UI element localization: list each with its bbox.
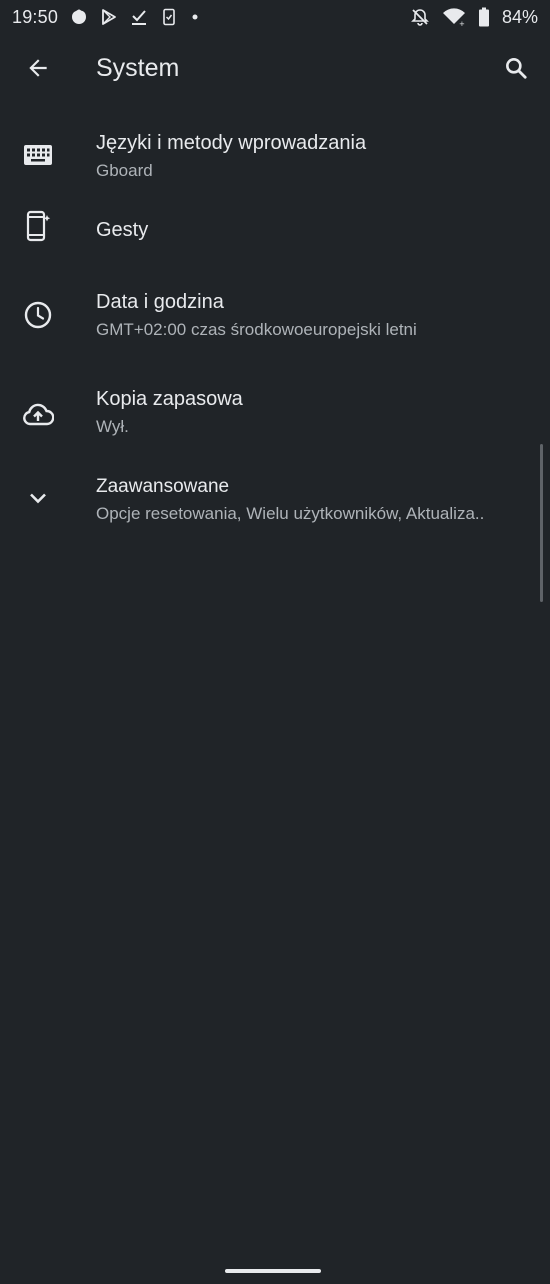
item-title: Zaawansowane — [96, 476, 230, 497]
wifi-icon: + — [442, 7, 466, 27]
search-icon — [503, 55, 529, 86]
gestures-phone-icon — [22, 210, 54, 242]
chevron-down-icon — [22, 482, 54, 514]
notification-blob-icon — [70, 8, 88, 26]
settings-item-gestures[interactable]: Gesty — [0, 194, 550, 266]
svg-text:+: + — [459, 20, 465, 27]
scrollbar[interactable] — [540, 444, 543, 602]
item-title: Języki i metody wprowadzania — [96, 132, 367, 154]
settings-item-languages[interactable]: Języki i metody wprowadzania Gboard — [0, 106, 550, 194]
app-bar: System — [0, 34, 550, 106]
clock-icon — [22, 299, 54, 331]
status-left-group: 19:50 — [12, 7, 200, 28]
gesture-nav-handle[interactable] — [225, 1269, 321, 1273]
page-title: System — [96, 54, 180, 82]
phone-check-icon — [160, 8, 178, 26]
play-store-icon — [100, 8, 118, 26]
settings-item-date-time[interactable]: Data i godzina GMT+02:00 czas środkowoeu… — [0, 266, 550, 364]
search-button[interactable] — [492, 46, 540, 94]
battery-icon — [478, 7, 490, 27]
item-summary: GMT+02:00 czas środkowoeuropejski letni — [96, 320, 417, 339]
item-summary: Gboard — [96, 161, 153, 180]
battery-percent: 84% — [501, 6, 538, 27]
item-title: Data i godzina — [96, 291, 224, 313]
item-summary: Wył. — [96, 417, 129, 436]
bell-off-icon — [410, 7, 430, 27]
cloud-upload-icon — [22, 399, 54, 431]
item-title: Kopia zapasowa — [96, 388, 243, 410]
dot-icon — [190, 8, 200, 26]
arrow-back-icon — [25, 55, 51, 86]
download-done-icon — [130, 8, 148, 26]
back-button[interactable] — [14, 46, 62, 94]
settings-item-backup[interactable]: Kopia zapasowa Wył. — [0, 364, 550, 460]
settings-list: Języki i metody wprowadzania Gboard Gest… — [0, 106, 550, 558]
item-summary: Opcje resetowania, Wielu użytkowników, A… — [96, 504, 485, 523]
settings-item-advanced[interactable]: Zaawansowane Opcje resetowania, Wielu uż… — [0, 460, 550, 558]
keyboard-icon — [22, 139, 54, 171]
item-title: Gesty — [96, 219, 149, 241]
status-time: 19:50 — [12, 6, 59, 27]
status-bar: 19:50 + 84% — [0, 0, 550, 34]
status-right-group: + 84% — [410, 7, 538, 28]
